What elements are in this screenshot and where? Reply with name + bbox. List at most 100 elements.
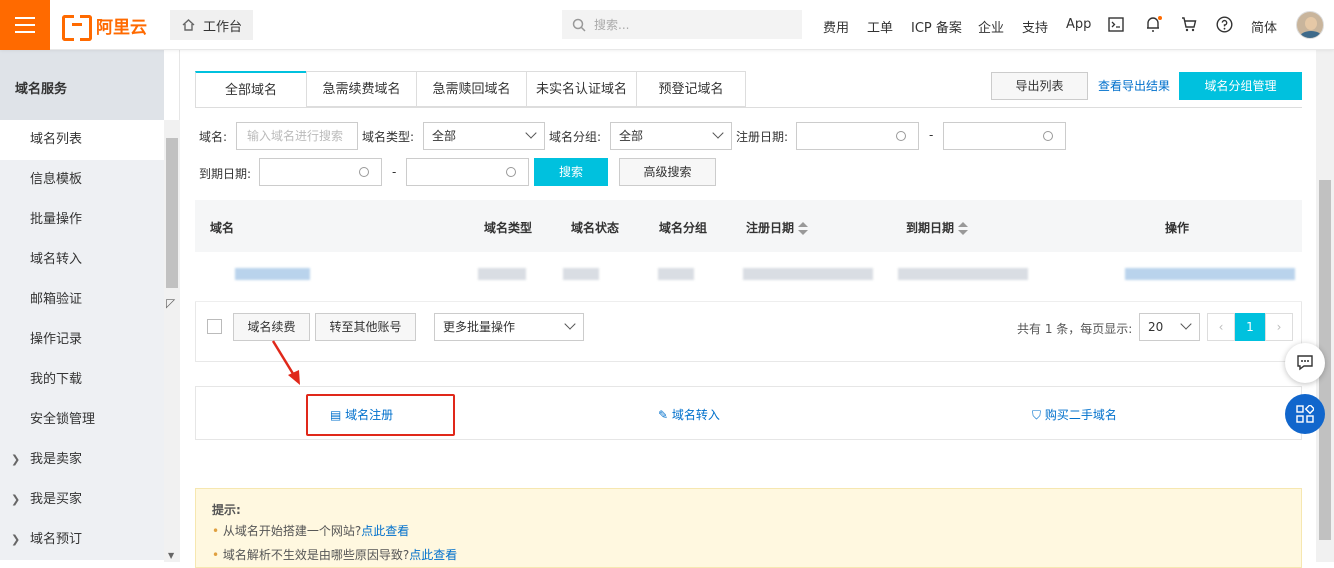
edit-icon: ✎	[658, 408, 672, 422]
home-icon	[182, 19, 195, 31]
user-avatar[interactable]	[1296, 11, 1324, 39]
sidebar-title: 域名服务	[0, 50, 164, 120]
more-batch-select[interactable]: 更多批量操作	[434, 313, 584, 341]
table-header: 域名 域名类型 域名状态 域名分组 注册日期 到期日期 操作	[195, 200, 1302, 252]
search-button[interactable]: 搜索	[534, 158, 608, 186]
cart-icon: ⛉	[1032, 408, 1045, 422]
reg-date-start-input[interactable]	[796, 122, 919, 150]
page-size-select[interactable]: 20	[1139, 313, 1200, 341]
sidebar-item-seller[interactable]: ❯ 我是卖家	[0, 440, 164, 480]
nav-app[interactable]: App	[1066, 17, 1091, 32]
tips-title: 提示:	[212, 503, 241, 517]
sidebar-item-label: 批量操作	[30, 212, 83, 227]
page-scrollbar[interactable]	[1316, 50, 1334, 562]
transfer-account-button[interactable]: 转至其他账号	[315, 313, 416, 341]
tab-redeem-urgent[interactable]: 急需赎回域名	[416, 71, 526, 107]
domain-tabs: 全部域名 急需续费域名 急需赎回域名 未实名认证域名 预登记域名	[195, 71, 746, 107]
nav-support[interactable]: 支持	[1022, 17, 1048, 36]
tip-item-1-link[interactable]: 点此查看	[361, 524, 409, 538]
grid-icon	[1296, 405, 1314, 423]
sidebar-item-domain-reserve[interactable]: ❯ 域名预订	[0, 520, 164, 560]
workbench-label: 工作台	[203, 19, 243, 35]
sidebar-item-buyer[interactable]: ❯ 我是买家	[0, 480, 164, 520]
group-label: 域名分组:	[549, 130, 602, 144]
sidebar-item-transfer-in[interactable]: 域名转入	[0, 240, 164, 280]
tab-unverified[interactable]: 未实名认证域名	[526, 71, 636, 107]
sidebar-scrollbar[interactable]: ▼	[164, 120, 180, 562]
chat-button[interactable]	[1285, 343, 1325, 383]
col-expire-date[interactable]: 到期日期	[906, 219, 969, 236]
tip-item-2-text: 域名解析不生效是由哪些原因导致?	[222, 548, 410, 562]
bullet-icon: •	[212, 524, 223, 538]
prev-page-button[interactable]: ‹	[1207, 313, 1235, 341]
group-select[interactable]: 全部	[610, 122, 732, 150]
nav-icp[interactable]: ICP 备案	[911, 17, 962, 36]
batch-bar: 域名续费 转至其他账号 更多批量操作 共有 1 条，每页显示: 20 ‹ 1 ›	[195, 302, 1302, 362]
reg-date-end-input[interactable]	[943, 122, 1066, 150]
buy-second-hand-link[interactable]: ⛉ 购买二手域名	[1032, 406, 1117, 423]
sidebar-item-label: 域名转入	[30, 252, 83, 267]
terminal-icon[interactable]	[1108, 17, 1124, 32]
nav-enterprise[interactable]: 企业	[978, 17, 1004, 36]
transfer-in-link[interactable]: ✎ 域名转入	[658, 406, 720, 423]
sidebar-item-label: 域名列表	[30, 132, 83, 147]
sidebar-item-op-log[interactable]: 操作记录	[0, 320, 164, 360]
language-switch[interactable]: 简体	[1251, 17, 1277, 36]
domain-search-input[interactable]: 输入域名进行搜索	[236, 122, 358, 150]
next-page-button[interactable]: ›	[1265, 313, 1293, 341]
help-icon[interactable]	[1216, 16, 1233, 33]
blurred-group-cell	[658, 268, 694, 280]
sidebar-item-downloads[interactable]: 我的下载	[0, 360, 164, 400]
chat-icon	[1297, 355, 1313, 371]
bell-icon[interactable]	[1145, 14, 1163, 34]
chevron-right-icon: ❯	[11, 533, 21, 546]
blurred-domain-cell[interactable]	[235, 268, 310, 280]
pagination-summary: 共有 1 条，每页显示:	[1017, 322, 1133, 336]
tab-renew-urgent[interactable]: 急需续费域名	[306, 71, 416, 107]
col-reg-date[interactable]: 注册日期	[746, 219, 809, 236]
sidebar-item-label: 我是买家	[30, 492, 83, 507]
sort-icon[interactable]	[958, 221, 969, 236]
chevron-down-icon	[1180, 318, 1192, 330]
tip-item-2-link[interactable]: 点此查看	[409, 548, 457, 562]
apps-button[interactable]	[1285, 394, 1325, 434]
sort-icon[interactable]	[798, 221, 809, 236]
page-1-button[interactable]: 1	[1235, 313, 1265, 341]
aliyun-logo-icon	[62, 15, 92, 41]
search-input[interactable]: 搜索...	[562, 10, 802, 39]
sidebar-item-batch-ops[interactable]: 批量操作	[0, 200, 164, 240]
expire-date-end-input[interactable]	[406, 158, 529, 186]
clock-icon	[359, 167, 369, 177]
sidebar-scrollbar-thumb[interactable]	[166, 138, 178, 288]
blurred-expire-date-cell	[898, 268, 1028, 280]
expire-date-start-input[interactable]	[259, 158, 382, 186]
group-manage-button[interactable]: 域名分组管理	[1179, 72, 1302, 100]
tab-all-domains[interactable]: 全部域名	[195, 71, 306, 107]
advanced-search-button[interactable]: 高级搜索	[619, 158, 716, 186]
aliyun-logo[interactable]: 阿里云	[62, 13, 147, 41]
sidebar-item-info-template[interactable]: 信息模板	[0, 160, 164, 200]
top-bar: 阿里云 工作台 搜索... 费用 工单 ICP 备案 企业 支持 App 简体	[0, 0, 1334, 50]
col-group: 域名分组	[659, 221, 708, 235]
sidebar-item-domain-list[interactable]: 域名列表	[0, 120, 164, 160]
sidebar-item-label: 邮箱验证	[30, 292, 83, 307]
sidebar-item-email-verify[interactable]: 邮箱验证	[0, 280, 164, 320]
nav-tickets[interactable]: 工单	[867, 17, 893, 36]
clock-icon	[1043, 131, 1053, 141]
col-type: 域名类型	[484, 221, 533, 235]
scroll-down-icon[interactable]: ▼	[168, 551, 174, 560]
workbench-button[interactable]: 工作台	[170, 10, 253, 40]
cart-icon[interactable]	[1181, 17, 1197, 32]
menu-icon[interactable]	[0, 0, 50, 50]
type-select[interactable]: 全部	[423, 122, 545, 150]
highlight-box	[306, 394, 455, 436]
tab-preregistered[interactable]: 预登记域名	[636, 71, 746, 107]
blurred-actions-cell[interactable]	[1125, 268, 1295, 280]
nav-fees[interactable]: 费用	[823, 17, 849, 36]
sidebar-item-security-lock[interactable]: 安全锁管理	[0, 400, 164, 440]
export-list-button[interactable]: 导出列表	[991, 72, 1088, 100]
tip-item-1-text: 从域名开始搭建一个网站?	[222, 524, 362, 538]
view-export-link[interactable]: 查看导出结果	[1098, 77, 1170, 94]
select-all-checkbox[interactable]	[207, 319, 222, 334]
blurred-type-cell	[478, 268, 526, 280]
